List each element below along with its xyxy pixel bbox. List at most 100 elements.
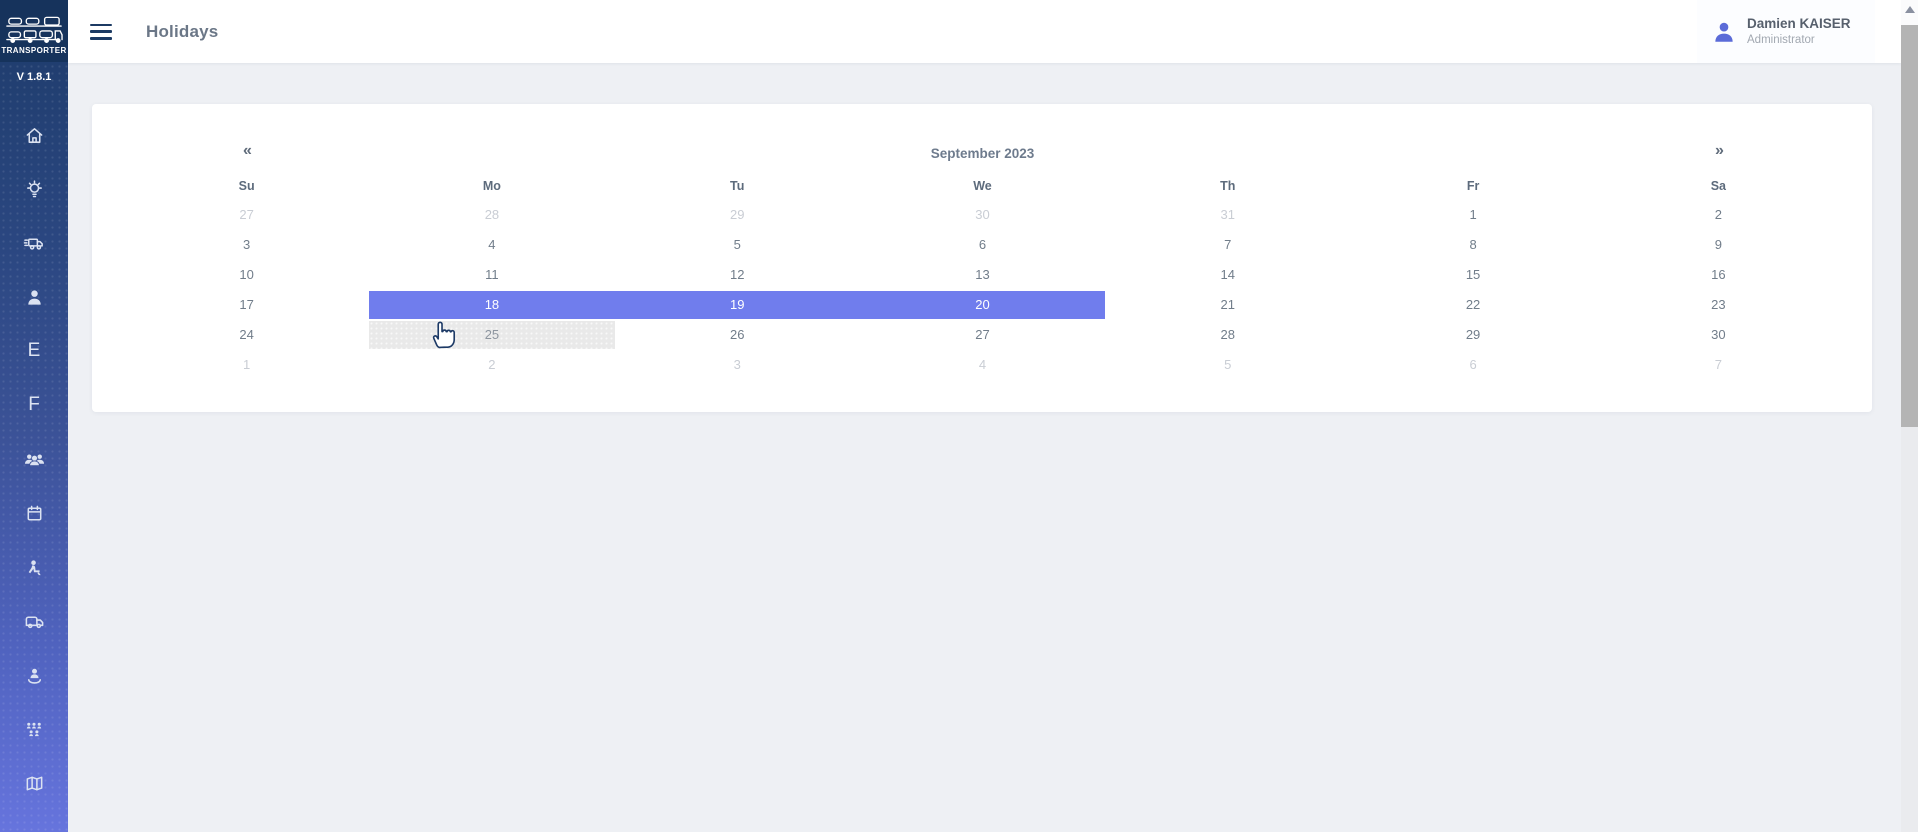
user-menu[interactable]: Damien KAISER Administrator	[1697, 0, 1875, 63]
home-icon	[24, 125, 45, 146]
sidebar: TRANSPORTER V 1.8.1 EF	[0, 0, 68, 832]
sidebar-item-org-chart[interactable]	[0, 702, 68, 756]
calendar-day-cell[interactable]: 19	[615, 291, 860, 319]
calendar-day-cell[interactable]: 24	[124, 321, 369, 349]
calendar-day-cell[interactable]: 3	[124, 231, 369, 259]
calendar-week-row: 24252627282930	[124, 320, 1841, 350]
calendar-day-cell[interactable]: 2	[1596, 201, 1841, 229]
sidebar-item-partial-bottom[interactable]	[0, 810, 68, 832]
calendar-day-cell[interactable]: 5	[1105, 351, 1350, 379]
shipping-truck-icon	[23, 233, 46, 254]
vertical-scrollbar[interactable]	[1901, 0, 1918, 832]
calendar-day-cell[interactable]: 6	[1350, 351, 1595, 379]
car-transporter-logo-icon	[5, 11, 63, 45]
sidebar-item-seated-person[interactable]	[0, 540, 68, 594]
sidebar-item-calendar[interactable]	[0, 486, 68, 540]
top-header: Holidays Damien KAISER Administrator	[68, 0, 1901, 63]
day-header-fr: Fr	[1350, 172, 1595, 200]
calendar-day-cell[interactable]: 15	[1350, 261, 1595, 289]
calendar-day-cell[interactable]: 28	[369, 201, 614, 229]
sidebar-item-van[interactable]	[0, 594, 68, 648]
sidebar-item-user[interactable]	[0, 270, 68, 324]
calendar-day-cell[interactable]: 9	[1596, 231, 1841, 259]
sidebar-item-lightbulb[interactable]	[0, 162, 68, 216]
calendar-day-cell[interactable]: 22	[1350, 291, 1595, 319]
calendar-grid: 2728293031123456789101112131415161718192…	[124, 200, 1841, 380]
calendar-day-cell[interactable]: 16	[1596, 261, 1841, 289]
lightbulb-icon	[24, 179, 45, 200]
calendar-day-cell[interactable]: 10	[124, 261, 369, 289]
calendar-day-cell[interactable]: 4	[860, 351, 1105, 379]
calendar-nav: « September 2023 »	[124, 142, 1841, 172]
app-version: V 1.8.1	[0, 71, 68, 83]
calendar-day-cell[interactable]: 29	[615, 201, 860, 229]
calendar-day-cell[interactable]: 14	[1105, 261, 1350, 289]
sidebar-item-map[interactable]	[0, 756, 68, 810]
sidebar-item-letter-e[interactable]: E	[0, 324, 68, 378]
calendar-day-cell[interactable]: 27	[124, 201, 369, 229]
calendar-month-title: September 2023	[124, 146, 1841, 161]
calendar-day-cell[interactable]: 30	[1596, 321, 1841, 349]
day-header-tu: Tu	[615, 172, 860, 200]
person-pin-icon	[24, 665, 45, 686]
app-logo[interactable]: TRANSPORTER	[0, 0, 68, 62]
calendar-day-cell[interactable]: 7	[1596, 351, 1841, 379]
day-header-th: Th	[1105, 172, 1350, 200]
sidebar-menu: EF	[0, 108, 68, 832]
calendar-card: « September 2023 » SuMoTuWeThFrSa 272829…	[92, 104, 1872, 412]
calendar-day-cell[interactable]: 7	[1105, 231, 1350, 259]
avatar-icon	[1711, 19, 1737, 45]
calendar-week-row: 1234567	[124, 350, 1841, 380]
calendar-day-cell[interactable]: 4	[369, 231, 614, 259]
scroll-up-arrow-icon[interactable]	[1905, 6, 1915, 13]
org-chart-icon	[23, 719, 45, 740]
letter-e-item: E	[28, 340, 41, 362]
seated-person-icon	[24, 557, 45, 578]
calendar-day-cell[interactable]: 13	[860, 261, 1105, 289]
calendar-day-cell[interactable]: 29	[1350, 321, 1595, 349]
calendar-day-cell[interactable]: 1	[124, 351, 369, 379]
calendar-day-cell[interactable]: 28	[1105, 321, 1350, 349]
day-header-mo: Mo	[369, 172, 614, 200]
sidebar-item-home[interactable]	[0, 108, 68, 162]
page-title: Holidays	[146, 22, 218, 42]
calendar-day-cell[interactable]: 11	[369, 261, 614, 289]
calendar-day-cell[interactable]: 23	[1596, 291, 1841, 319]
scrollbar-thumb[interactable]	[1901, 25, 1918, 427]
calendar-next-button[interactable]: »	[1596, 142, 1841, 160]
day-header-we: We	[860, 172, 1105, 200]
sidebar-item-letter-f[interactable]: F	[0, 378, 68, 432]
calendar-week-row: 17181920212223	[124, 290, 1841, 320]
user-role: Administrator	[1747, 33, 1851, 47]
users-group-icon	[23, 449, 46, 470]
hamburger-menu-icon[interactable]	[90, 24, 112, 40]
main-content: « September 2023 » SuMoTuWeThFrSa 272829…	[68, 63, 1901, 832]
calendar-day-cell[interactable]: 12	[615, 261, 860, 289]
calendar-day-cell[interactable]: 27	[860, 321, 1105, 349]
calendar-day-cell[interactable]: 25	[369, 321, 614, 349]
calendar-day-cell[interactable]: 30	[860, 201, 1105, 229]
calendar-day-cell[interactable]: 8	[1350, 231, 1595, 259]
sidebar-item-shipping-truck[interactable]	[0, 216, 68, 270]
sidebar-item-users-group[interactable]	[0, 432, 68, 486]
calendar-day-cell[interactable]: 31	[1105, 201, 1350, 229]
partial-bottom-icon	[24, 810, 45, 832]
calendar-day-cell[interactable]: 5	[615, 231, 860, 259]
letter-f-item: F	[28, 394, 40, 416]
calendar-day-cell[interactable]: 6	[860, 231, 1105, 259]
calendar-day-cell[interactable]: 17	[124, 291, 369, 319]
calendar-week-row: 10111213141516	[124, 260, 1841, 290]
calendar-week-row: 272829303112	[124, 200, 1841, 230]
map-icon	[24, 773, 45, 794]
user-name: Damien KAISER	[1747, 16, 1851, 33]
logo-text: TRANSPORTER	[1, 46, 66, 55]
calendar-day-cell[interactable]: 26	[615, 321, 860, 349]
calendar-day-cell[interactable]: 3	[615, 351, 860, 379]
calendar-day-cell[interactable]: 2	[369, 351, 614, 379]
calendar-day-cell[interactable]: 21	[1105, 291, 1350, 319]
sidebar-item-person-pin[interactable]	[0, 648, 68, 702]
calendar-day-cell[interactable]: 1	[1350, 201, 1595, 229]
day-header-su: Su	[124, 172, 369, 200]
calendar-day-cell[interactable]: 20	[860, 291, 1105, 319]
calendar-day-cell[interactable]: 18	[369, 291, 614, 319]
